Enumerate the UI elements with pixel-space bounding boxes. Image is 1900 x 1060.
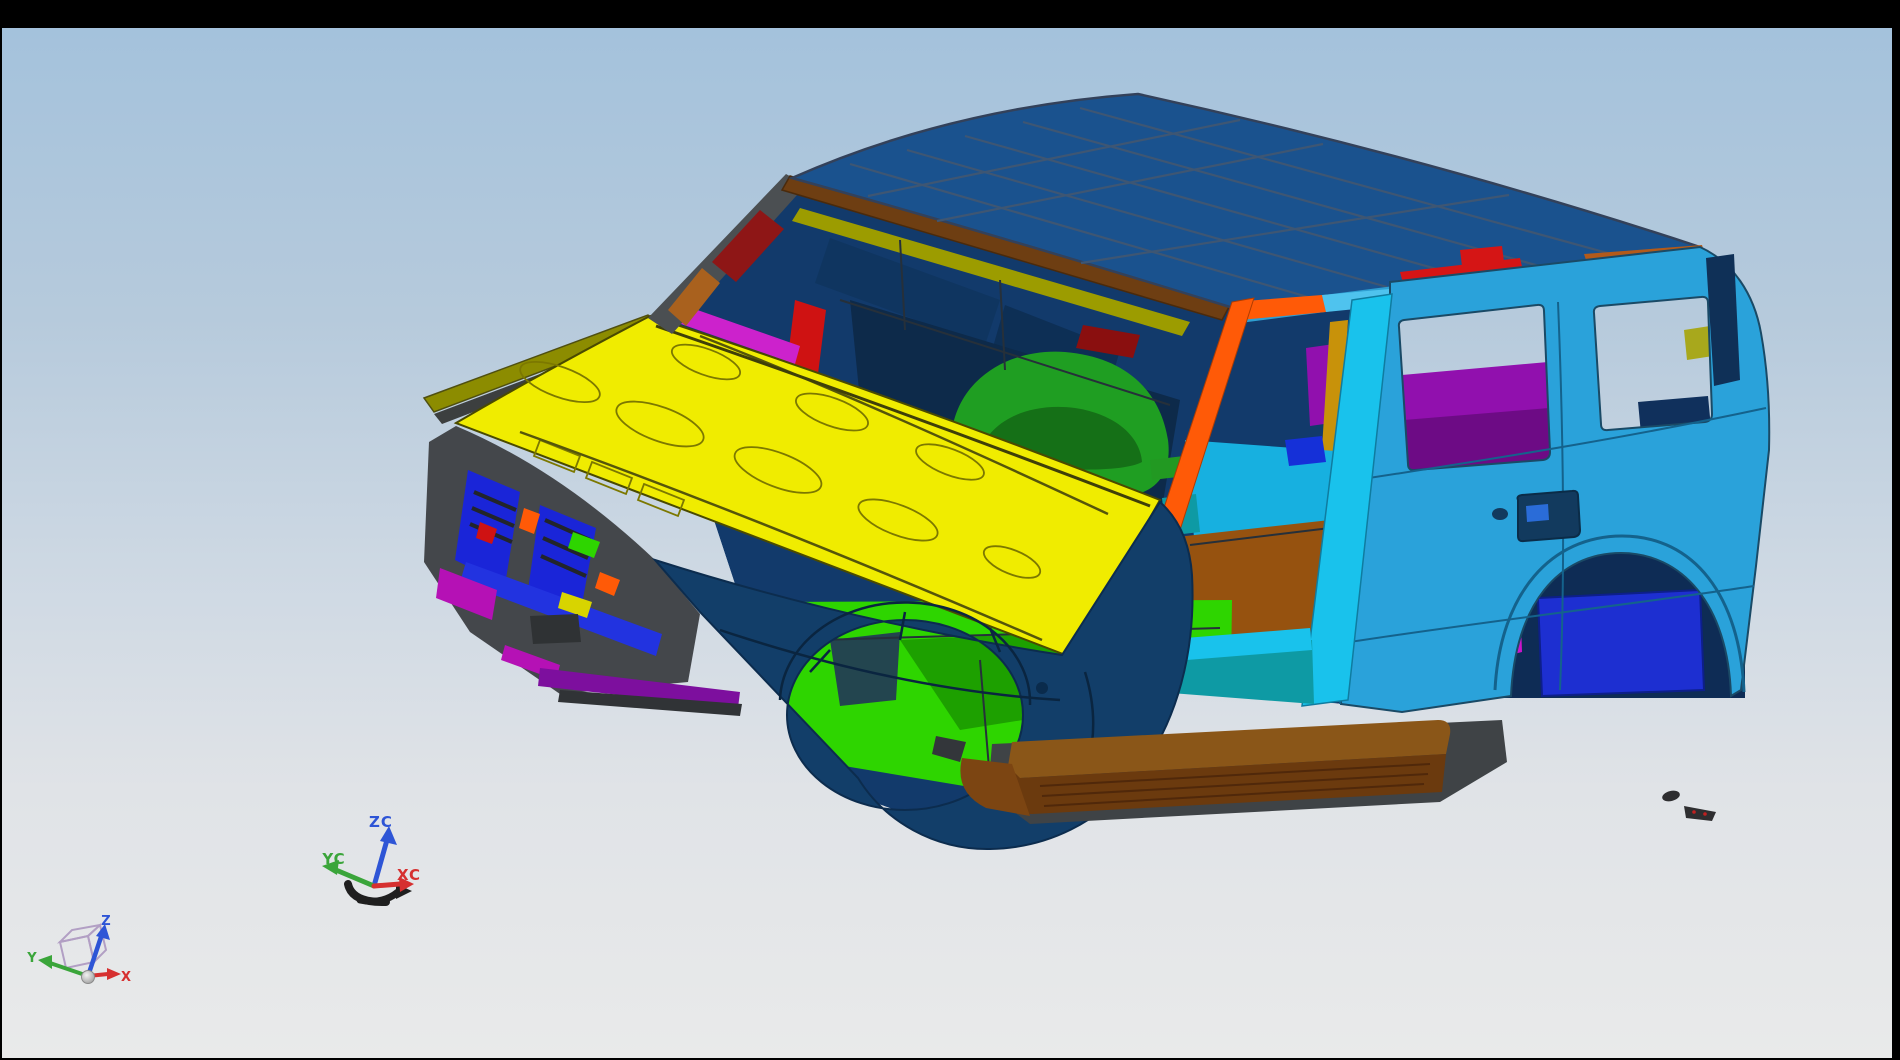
triad-y-arrowhead bbox=[38, 955, 52, 969]
triad-origin-sphere[interactable] bbox=[82, 971, 95, 984]
wcs-x-label: XC bbox=[397, 866, 421, 884]
model-scene: ZC YC XC Z Y X bbox=[2, 28, 1892, 1058]
fender-hole-dot bbox=[1036, 682, 1048, 694]
triad-y-label: Y bbox=[26, 951, 37, 966]
top-black-bar bbox=[0, 0, 1900, 28]
loose-part-small[interactable] bbox=[1661, 789, 1681, 803]
front-lower-box[interactable] bbox=[530, 614, 581, 644]
loose-part-red-dot bbox=[1692, 810, 1696, 814]
view-orientation-triad[interactable]: Z Y X bbox=[26, 914, 131, 985]
right-black-bar bbox=[1892, 0, 1900, 1060]
triad-x-arrowhead bbox=[107, 968, 121, 980]
floor-blue-bracket[interactable] bbox=[1285, 436, 1326, 466]
cad-3d-viewport[interactable]: ZC YC XC Z Y X bbox=[2, 28, 1892, 1058]
loose-part-long[interactable] bbox=[1684, 806, 1716, 821]
wcs-z-axis[interactable] bbox=[374, 840, 387, 886]
left-black-bar bbox=[0, 0, 2, 1060]
wcs-z-label: ZC bbox=[369, 813, 393, 831]
wcs-y-axis[interactable] bbox=[336, 870, 374, 886]
loose-parts[interactable] bbox=[1661, 789, 1716, 821]
triad-x-label: X bbox=[121, 970, 131, 985]
wcs-x-axis[interactable] bbox=[374, 884, 400, 886]
door-handle-blue-glint bbox=[1526, 504, 1549, 522]
triad-z-label: Z bbox=[101, 914, 110, 929]
wcs-y-label: YC bbox=[321, 850, 345, 868]
fuel-oval-cutout[interactable] bbox=[1492, 508, 1508, 520]
floor-dark-fragment bbox=[830, 632, 900, 706]
wcs-triad[interactable]: ZC YC XC bbox=[321, 813, 421, 902]
loose-part-red-dot-2 bbox=[1703, 812, 1707, 816]
cad-application-window: ZC YC XC Z Y X bbox=[0, 0, 1900, 1060]
